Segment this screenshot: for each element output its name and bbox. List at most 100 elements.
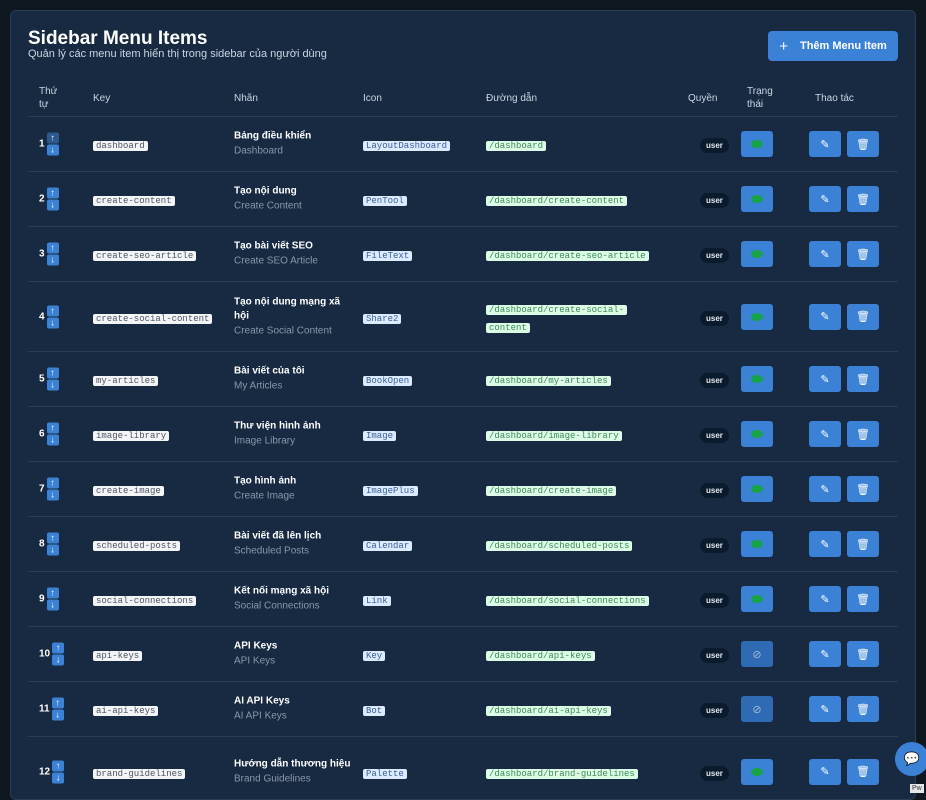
arrow-up-icon[interactable]: ↑ (46, 187, 59, 199)
toggle-visibility-button[interactable]: ⊘ (741, 696, 773, 722)
order-number: 4 (39, 311, 45, 322)
trash-icon[interactable]: 🗑 (847, 186, 879, 212)
edit-icon[interactable]: ✎ (809, 586, 841, 612)
arrow-down-icon[interactable]: ↓ (46, 199, 59, 211)
eye-icon (751, 540, 763, 548)
arrow-up-icon[interactable]: ↑ (46, 305, 59, 316)
label-subtext: Create Image (234, 490, 295, 502)
label-cell: Tạo nội dung mạng xã hội Create Social Co… (234, 295, 354, 338)
edit-icon[interactable]: ✎ (809, 531, 841, 557)
path-code: /dashboard/social-connections (486, 596, 649, 606)
toggle-visibility-button[interactable] (741, 366, 773, 392)
chat-icon[interactable]: 💬 (895, 742, 926, 776)
arrow-up-icon[interactable]: ↑ (46, 422, 59, 434)
add-menu-item-button[interactable]: + Thêm Menu Item (768, 31, 898, 61)
key-code: brand-guidelines (93, 768, 186, 779)
role-cell: user (700, 308, 729, 326)
icon-cell: LayoutDashboard (363, 135, 451, 153)
edit-icon[interactable]: ✎ (809, 476, 841, 502)
toggle-visibility-button[interactable] (741, 531, 773, 557)
arrow-down-icon[interactable]: ↓ (46, 434, 59, 446)
add-menu-item-label: Thêm Menu Item (799, 40, 887, 52)
trash-icon[interactable]: 🗑 (847, 476, 879, 502)
eye-icon (751, 250, 763, 258)
arrow-down-icon[interactable]: ↓ (46, 144, 59, 156)
icon-code: Palette (363, 768, 407, 779)
eye-icon (751, 195, 763, 203)
edit-icon[interactable]: ✎ (809, 641, 841, 667)
trash-icon[interactable]: 🗑 (847, 586, 879, 612)
label-cell: Hướng dẫn thương hiệu Brand Guidelines (234, 757, 354, 786)
trash-icon[interactable]: 🗑 (847, 531, 879, 557)
arrow-down-icon[interactable]: ↓ (46, 489, 59, 501)
arrow-down-icon[interactable]: ↓ (52, 772, 65, 783)
icon-cell: Image (363, 425, 397, 443)
label-text: Kết nối mạng xã hội (234, 585, 330, 597)
order-cell: 5 ↑ ↓ (39, 367, 59, 391)
arrow-up-icon[interactable]: ↑ (51, 697, 64, 709)
edit-icon[interactable]: ✎ (809, 696, 841, 722)
path-cell: /dashboard/create-content (486, 190, 628, 208)
icon-code: LayoutDashboard (363, 141, 451, 151)
column-status: Trạng thái (747, 86, 773, 110)
trash-icon[interactable]: 🗑 (847, 131, 879, 157)
trash-icon[interactable]: 🗑 (847, 366, 879, 392)
path-cell: /dashboard/brand-guidelines (486, 763, 638, 781)
arrow-down-icon[interactable]: ↓ (46, 379, 59, 391)
arrow-up-icon[interactable]: ↑ (52, 642, 65, 654)
trash-icon[interactable]: 🗑 (847, 641, 879, 667)
toggle-visibility-button[interactable] (741, 186, 773, 212)
role-badge: user (700, 538, 729, 553)
key-code: image-library (93, 431, 170, 441)
arrow-up-icon[interactable]: ↑ (46, 532, 59, 544)
key-code: dashboard (93, 141, 148, 151)
path-code: /dashboard/brand-guidelines (486, 768, 638, 779)
arrow-up-icon[interactable]: ↑ (46, 242, 59, 254)
key-code: my-articles (93, 376, 159, 386)
toggle-visibility-button[interactable]: ⊘ (741, 641, 773, 667)
edit-icon[interactable]: ✎ (809, 366, 841, 392)
arrow-up-icon[interactable]: ↑ (46, 587, 59, 599)
trash-icon[interactable]: 🗑 (847, 421, 879, 447)
edit-icon[interactable]: ✎ (809, 241, 841, 267)
toggle-visibility-button[interactable] (741, 421, 773, 447)
arrow-down-icon[interactable]: ↓ (46, 599, 59, 611)
path-code: /dashboard/image-library (486, 431, 622, 441)
arrow-down-icon[interactable]: ↓ (46, 317, 59, 328)
arrow-up-icon[interactable]: ↑ (52, 760, 65, 771)
arrow-down-icon[interactable]: ↓ (46, 544, 59, 556)
arrow-down-icon[interactable]: ↓ (51, 709, 64, 721)
status-cell (741, 758, 773, 785)
toggle-visibility-button[interactable] (741, 476, 773, 502)
key-cell: image-library (93, 425, 170, 443)
order-cell: 8 ↑ ↓ (39, 532, 59, 556)
edit-icon[interactable]: ✎ (809, 131, 841, 157)
toggle-visibility-button[interactable] (741, 758, 773, 785)
toggle-visibility-button[interactable] (741, 131, 773, 157)
key-code: create-image (93, 486, 164, 496)
arrow-up-icon[interactable]: ↑ (46, 132, 59, 144)
role-cell: user (700, 700, 729, 718)
table-row: 5 ↑ ↓ my-articles Bài viết của tôi My Article… (28, 352, 898, 407)
trash-icon[interactable]: 🗑 (847, 241, 879, 267)
arrow-down-icon[interactable]: ↓ (52, 654, 65, 666)
arrow-down-icon[interactable]: ↓ (46, 254, 59, 266)
toggle-visibility-button[interactable] (741, 586, 773, 612)
order-number: 11 (39, 703, 50, 715)
label-text: Tạo nội dung (234, 185, 297, 197)
edit-icon[interactable]: ✎ (809, 421, 841, 447)
arrow-up-icon[interactable]: ↑ (46, 367, 59, 379)
actions-cell: ✎ 🗑 (809, 696, 879, 722)
trash-icon[interactable]: 🗑 (847, 696, 879, 722)
edit-icon[interactable]: ✎ (809, 186, 841, 212)
arrow-up-icon[interactable]: ↑ (46, 477, 59, 489)
toggle-visibility-button[interactable] (741, 241, 773, 267)
trash-icon[interactable]: 🗑 (847, 758, 879, 785)
order-number: 3 (39, 248, 45, 260)
edit-icon[interactable]: ✎ (809, 303, 841, 330)
trash-icon[interactable]: 🗑 (847, 303, 879, 330)
label-text: Tạo nội dung mạng xã hội (234, 296, 341, 321)
edit-icon[interactable]: ✎ (809, 758, 841, 785)
toggle-visibility-button[interactable] (741, 303, 773, 330)
path-code: /dashboard/create-social-content (486, 304, 628, 333)
